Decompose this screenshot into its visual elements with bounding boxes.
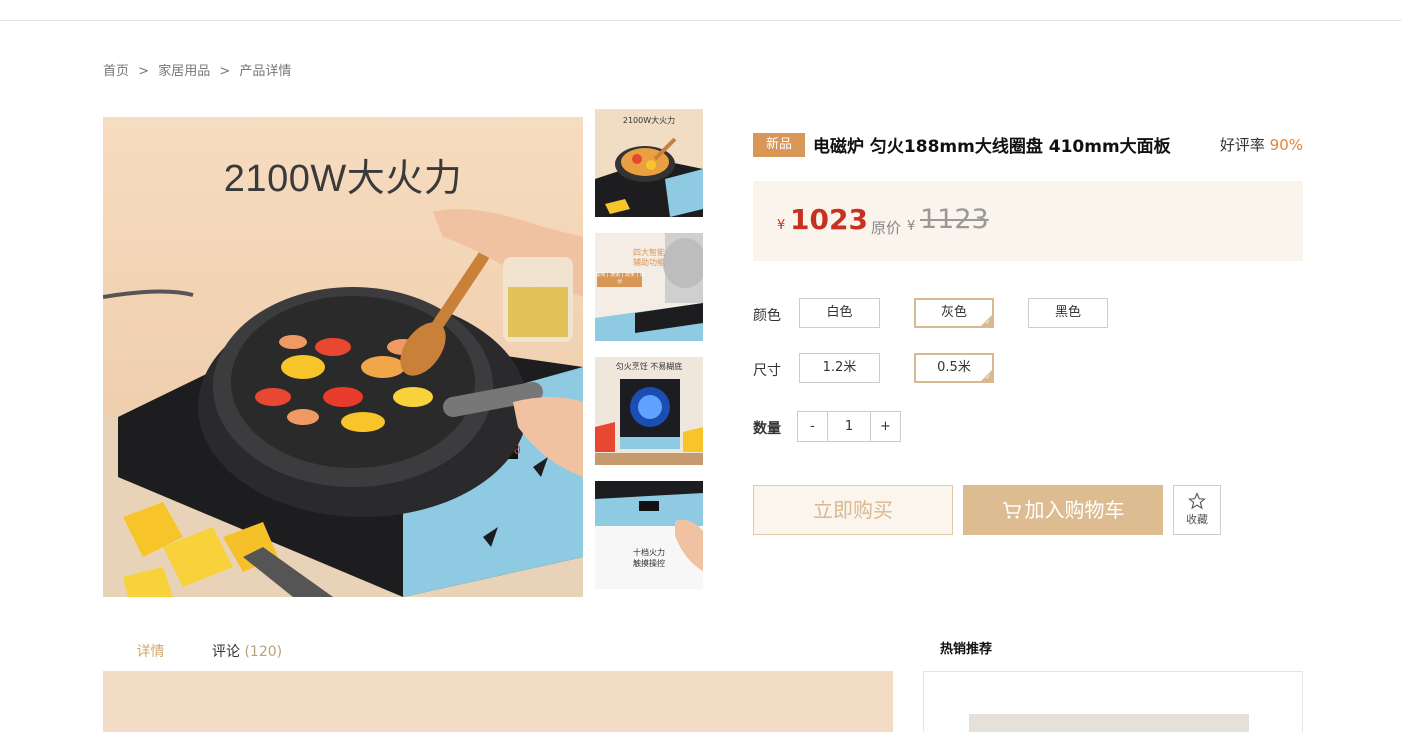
check-icon: ✓	[985, 318, 991, 326]
size-label: 尺寸	[753, 363, 781, 379]
tab-detail[interactable]: 详情	[103, 641, 198, 673]
add-to-cart-label: 加入购物车	[1024, 498, 1125, 522]
hot-recommend-title: 热销推荐	[940, 642, 993, 657]
size-option-0-5m[interactable]: 0.5米 ✓	[914, 353, 994, 383]
original-price-label: 原价	[871, 219, 902, 237]
main-product-image: 2100 2100W大火力	[103, 117, 583, 597]
quantity-plus-button[interactable]: +	[871, 412, 900, 441]
original-price: 1123	[920, 204, 989, 235]
thumbnail-1[interactable]: 2100W大火力	[595, 109, 703, 217]
rating-value: 90%	[1269, 136, 1303, 154]
color-option-white[interactable]: 白色	[799, 298, 880, 328]
thumbnail-2[interactable]: 四大智能 辅助功能 蒸炖 | 煲粥 | 烧水 | 爆炒	[595, 233, 703, 341]
current-price: 1023	[790, 203, 868, 236]
new-badge: 新品	[753, 133, 805, 157]
price-box: ¥ 1023 原价 ¥ 1123	[753, 181, 1303, 261]
quantity-minus-button[interactable]: -	[798, 412, 827, 441]
currency-symbol: ¥	[777, 218, 786, 233]
tab-review-label: 评论	[212, 644, 240, 660]
thumbnail-caption: 触摸操控	[633, 559, 665, 568]
quantity-label: 数量	[753, 421, 781, 437]
quantity-input[interactable]: 1	[827, 412, 871, 441]
original-currency-symbol: ¥	[907, 219, 916, 234]
tab-review[interactable]: 评论 (120)	[212, 641, 282, 661]
thumbnail-3[interactable]: 匀火烹饪 不易糊底	[595, 357, 703, 465]
thumbnail-caption: 蒸炖 | 煲粥 | 烧水 | 爆炒	[595, 272, 645, 285]
buy-now-button[interactable]: 立即购买	[753, 485, 953, 535]
detail-content-image	[103, 671, 893, 732]
favorite-label: 收藏	[1186, 513, 1208, 526]
main-image-headline: 2100W大火力	[223, 158, 463, 200]
breadcrumb-current: 产品详情	[239, 64, 292, 79]
favorite-button[interactable]: 收藏	[1173, 485, 1221, 535]
rating: 好评率 90%	[1220, 134, 1303, 155]
check-icon: ✓	[985, 373, 991, 381]
quantity-stepper: - 1 +	[797, 411, 901, 442]
size-option-1-2m[interactable]: 1.2米	[799, 353, 880, 383]
breadcrumb-separator: >	[219, 64, 231, 79]
color-option-label: 灰色	[940, 305, 967, 320]
breadcrumb: 首页 > 家居用品 > 产品详情	[103, 60, 295, 79]
thumbnail-4[interactable]: 十档火力 触摸操控	[595, 481, 703, 589]
thumbnail-caption: 十档火力	[633, 548, 665, 557]
product-title: 电磁炉 匀火188mm大线圈盘 410mm大面板	[813, 137, 1171, 157]
cart-icon	[1002, 502, 1021, 519]
color-option-black[interactable]: 黑色	[1028, 298, 1108, 328]
header-divider	[0, 20, 1402, 21]
thumbnail-caption: 匀火烹饪 不易糊底	[615, 362, 683, 371]
rating-label: 好评率	[1219, 136, 1265, 154]
breadcrumb-separator: >	[138, 64, 150, 79]
product-title-row: 新品 电磁炉 匀火188mm大线圈盘 410mm大面板 好评率 90%	[753, 131, 1303, 157]
size-option-label: 0.5米	[937, 360, 971, 375]
review-count: (120)	[244, 644, 283, 660]
breadcrumb-category[interactable]: 家居用品	[158, 64, 210, 79]
hot-recommend-item-image[interactable]	[969, 714, 1249, 732]
color-option-gray[interactable]: 灰色 ✓	[914, 298, 994, 328]
breadcrumb-home[interactable]: 首页	[103, 64, 129, 79]
thumbnail-caption: 2100W大火力	[622, 116, 676, 125]
thumbnail-caption: 辅助功能	[633, 258, 665, 267]
star-icon	[1188, 492, 1206, 510]
add-to-cart-button[interactable]: 加入购物车	[963, 485, 1163, 535]
color-label: 颜色	[753, 308, 781, 324]
